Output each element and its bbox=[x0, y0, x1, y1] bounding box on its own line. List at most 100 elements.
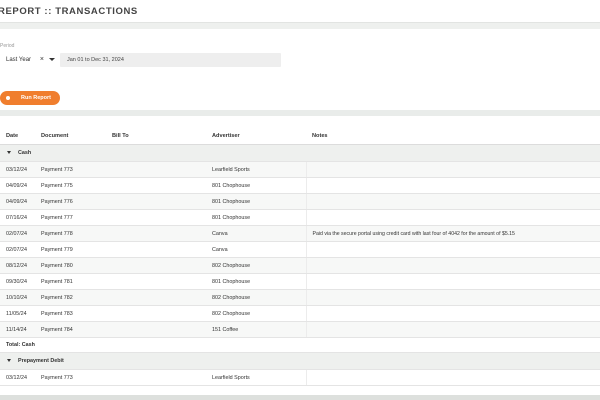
chevron-down-icon[interactable] bbox=[49, 58, 55, 61]
cell-advertiser: 802 Chophouse bbox=[206, 257, 306, 274]
cell-advertiser: 802 Chophouse bbox=[206, 305, 306, 322]
cell-document[interactable]: Payment 777 bbox=[35, 209, 106, 226]
date-range-field[interactable]: Jan 01 to Dec 31, 2024 bbox=[60, 53, 281, 67]
col-bill-to[interactable]: Bill To bbox=[106, 128, 206, 145]
cell-bill-to bbox=[106, 321, 206, 338]
cell-date: 03/12/24 bbox=[0, 161, 35, 178]
cell-notes bbox=[305, 321, 600, 338]
table-row[interactable]: 02/07/24 Payment 779 Canva bbox=[0, 241, 600, 258]
cell-notes bbox=[305, 177, 600, 194]
cell-document[interactable]: Payment 781 bbox=[35, 273, 106, 290]
cell-bill-to bbox=[106, 209, 206, 226]
cell-date: 08/12/24 bbox=[0, 257, 35, 274]
cell-document[interactable]: Payment 773 bbox=[35, 161, 106, 178]
cell-document[interactable]: Payment 773 bbox=[35, 369, 106, 386]
clear-icon[interactable]: × bbox=[40, 56, 44, 63]
cell-advertiser: Learfield Sports bbox=[206, 369, 306, 386]
cell-document[interactable]: Payment 775 bbox=[35, 177, 106, 194]
cell-advertiser: 151 Coffee bbox=[206, 321, 306, 338]
chevron-down-icon[interactable] bbox=[7, 359, 11, 363]
cell-date: 07/16/24 bbox=[0, 209, 35, 226]
cell-bill-to bbox=[106, 369, 206, 386]
period-select[interactable]: Last Year × bbox=[0, 52, 58, 67]
cell-bill-to bbox=[106, 257, 206, 274]
period-value: Last Year bbox=[6, 56, 32, 63]
cell-advertiser: 802 Chophouse bbox=[206, 289, 306, 306]
group-label: Cash bbox=[18, 150, 32, 156]
date-range-value: Jan 01 to Dec 31, 2024 bbox=[67, 57, 124, 63]
cell-notes: Paid via the secure portal using credit … bbox=[305, 225, 600, 242]
table-row[interactable]: 03/12/24 Payment 773 Learfield Sports bbox=[0, 369, 600, 386]
table-row[interactable]: 10/10/24 Payment 782 802 Chophouse bbox=[0, 289, 600, 306]
cell-date: 09/30/24 bbox=[0, 273, 35, 290]
cell-date: 02/07/24 bbox=[0, 225, 35, 242]
cell-document[interactable]: Payment 782 bbox=[35, 289, 106, 306]
cell-date: 10/10/24 bbox=[0, 289, 35, 306]
cell-notes bbox=[305, 257, 600, 274]
cell-bill-to bbox=[106, 177, 206, 194]
cell-advertiser: Canva bbox=[206, 241, 306, 258]
run-icon bbox=[6, 96, 10, 100]
cell-document[interactable]: Payment 784 bbox=[35, 321, 106, 338]
page-title: REPORT :: TRANSACTIONS bbox=[0, 6, 138, 17]
total-label: Total: Cash bbox=[0, 337, 600, 353]
period-label: Period bbox=[0, 43, 15, 49]
table-row[interactable]: 09/30/24 Payment 781 801 Chophouse bbox=[0, 273, 600, 290]
cell-bill-to bbox=[106, 273, 206, 290]
table-row[interactable]: 08/12/24 Payment 780 802 Chophouse bbox=[0, 257, 600, 274]
cell-document[interactable]: Payment 780 bbox=[35, 257, 106, 274]
cell-bill-to bbox=[106, 193, 206, 210]
col-advertiser[interactable]: Advertiser bbox=[206, 128, 306, 145]
cell-advertiser: Canva bbox=[206, 225, 306, 242]
cell-date: 04/09/24 bbox=[0, 193, 35, 210]
cell-date: 11/14/24 bbox=[0, 321, 35, 338]
cell-advertiser: 801 Chophouse bbox=[206, 193, 306, 210]
cell-bill-to bbox=[106, 289, 206, 306]
cell-bill-to bbox=[106, 305, 206, 322]
cell-notes bbox=[305, 209, 600, 226]
table-row[interactable]: 04/09/24 Payment 776 801 Chophouse bbox=[0, 193, 600, 210]
cell-notes bbox=[305, 305, 600, 322]
group-total-row: Total: Cash bbox=[0, 337, 600, 353]
cell-document[interactable]: Payment 779 bbox=[35, 241, 106, 258]
cell-date: 02/07/24 bbox=[0, 241, 35, 258]
table-row[interactable]: 03/12/24 Payment 773 Learfield Sports bbox=[0, 161, 600, 178]
cell-notes bbox=[305, 161, 600, 178]
cell-advertiser: 801 Chophouse bbox=[206, 177, 306, 194]
cell-notes bbox=[305, 369, 600, 386]
cell-bill-to bbox=[106, 241, 206, 258]
table-row[interactable]: 07/16/24 Payment 777 801 Chophouse bbox=[0, 209, 600, 226]
cell-document[interactable]: Payment 776 bbox=[35, 193, 106, 210]
col-notes[interactable]: Notes bbox=[306, 128, 600, 145]
cell-notes bbox=[305, 193, 600, 210]
run-report-label: Run Report bbox=[21, 95, 51, 101]
cell-notes bbox=[305, 241, 600, 258]
col-date[interactable]: Date bbox=[0, 128, 35, 145]
run-report-button[interactable]: Run Report bbox=[0, 91, 60, 105]
table-row[interactable]: 02/07/24 Payment 778 Canva Paid via the … bbox=[0, 225, 600, 242]
cell-advertiser: 801 Chophouse bbox=[206, 273, 306, 290]
transactions-table: Date Document Bill To Advertiser Notes C… bbox=[0, 128, 600, 386]
group-row-cash[interactable]: Cash bbox=[0, 144, 600, 162]
cell-notes bbox=[305, 273, 600, 290]
cell-bill-to bbox=[106, 161, 206, 178]
table-row[interactable]: 04/09/24 Payment 775 801 Chophouse bbox=[0, 177, 600, 194]
group-label: Prepayment Debit bbox=[18, 358, 64, 364]
section-divider bbox=[0, 110, 600, 116]
header-divider bbox=[0, 22, 600, 29]
cell-date: 03/12/24 bbox=[0, 369, 35, 386]
chevron-down-icon[interactable] bbox=[7, 151, 11, 155]
cell-advertiser: Learfield Sports bbox=[206, 161, 306, 178]
cell-advertiser: 801 Chophouse bbox=[206, 209, 306, 226]
cell-document[interactable]: Payment 783 bbox=[35, 305, 106, 322]
table-header-row: Date Document Bill To Advertiser Notes bbox=[0, 128, 600, 145]
table-row[interactable]: 11/14/24 Payment 784 151 Coffee bbox=[0, 321, 600, 338]
cell-date: 04/09/24 bbox=[0, 177, 35, 194]
cell-document[interactable]: Payment 778 bbox=[35, 225, 106, 242]
table-row[interactable]: 11/05/24 Payment 783 802 Chophouse bbox=[0, 305, 600, 322]
group-row-prepayment-debit[interactable]: Prepayment Debit bbox=[0, 352, 600, 370]
cell-date: 11/05/24 bbox=[0, 305, 35, 322]
cell-notes bbox=[305, 289, 600, 306]
col-document[interactable]: Document bbox=[35, 128, 106, 145]
partial-row-fade bbox=[0, 395, 600, 400]
